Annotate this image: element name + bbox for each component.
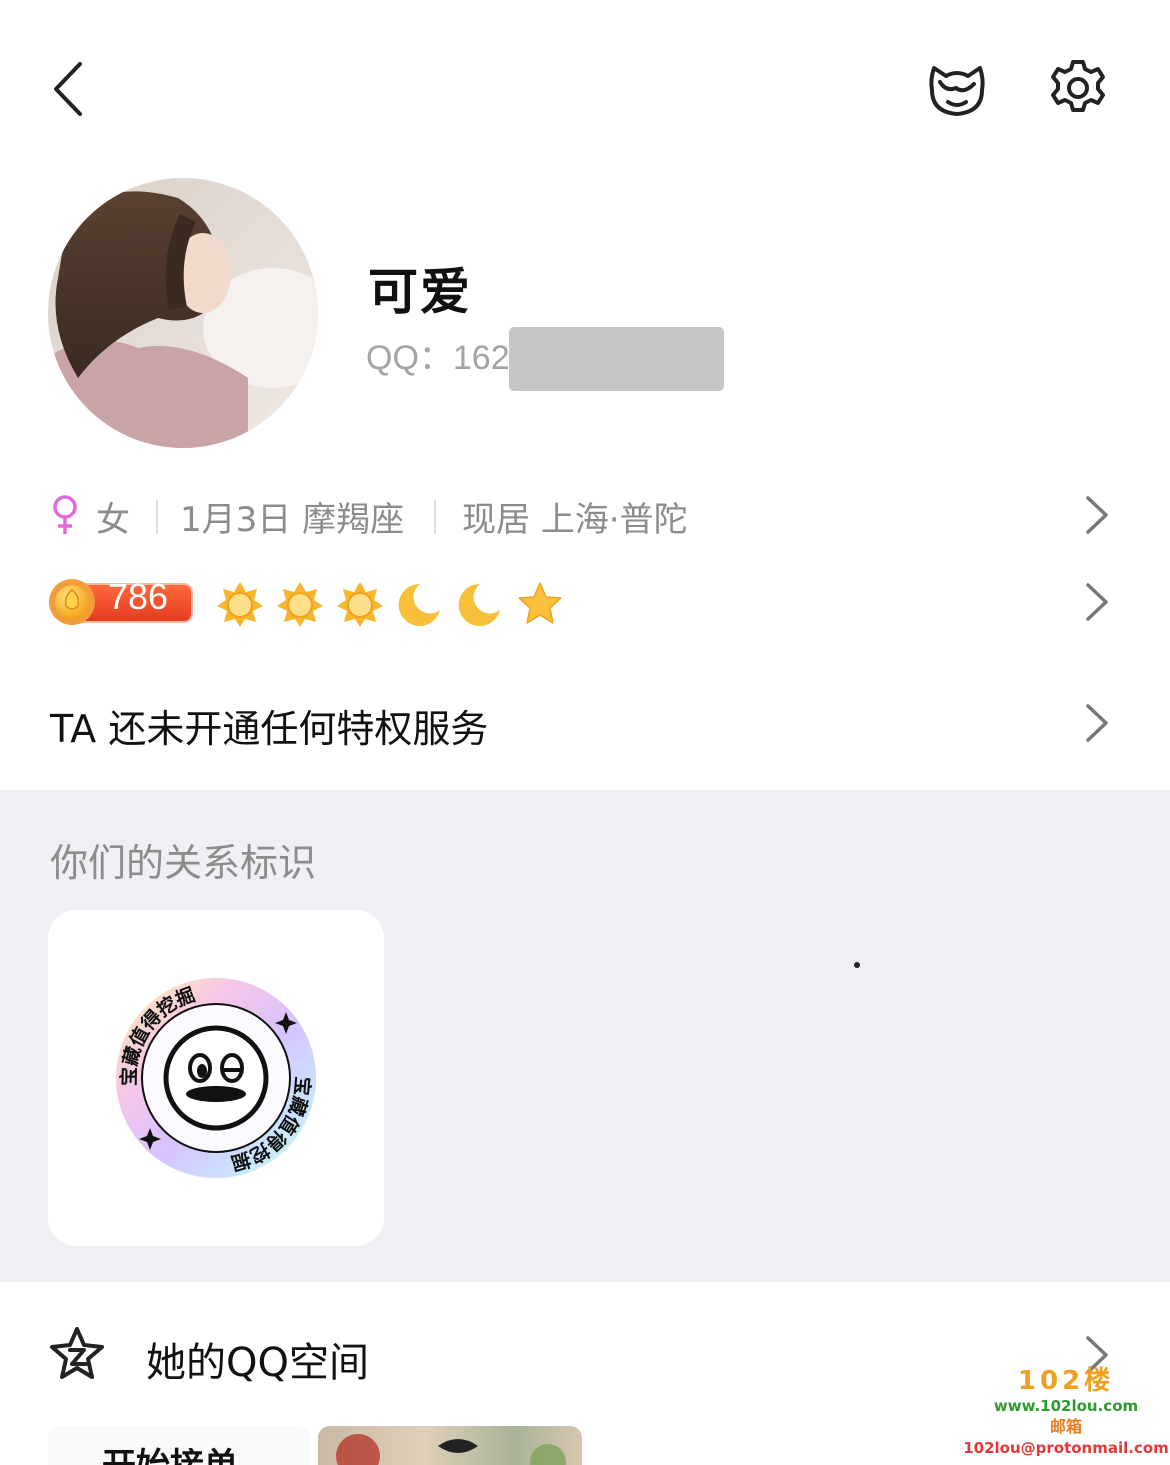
- watermark-label: 邮箱: [1049, 1417, 1082, 1436]
- relationship-title: 你们的关系标识: [50, 841, 317, 885]
- moon-icon: [458, 583, 500, 626]
- pet-button[interactable]: [926, 58, 988, 120]
- level-row[interactable]: 786: [0, 572, 1170, 632]
- female-icon: [53, 495, 77, 534]
- relationship-section: 你们的关系标识 宝藏值得挖掘 宝藏值得挖掘: [0, 790, 1170, 1282]
- chevron-left-icon: [54, 62, 82, 116]
- nickname: 可爱: [368, 263, 472, 321]
- watermark-url: www.102lou.com: [993, 1397, 1139, 1415]
- privilege-row[interactable]: TA 还未开通任何特权服务: [0, 692, 1170, 754]
- divider: [434, 500, 436, 534]
- birthday-text: 1月3日 摩羯座: [180, 500, 405, 540]
- avatar[interactable]: [48, 178, 318, 448]
- qq-number: QQ：162: [366, 339, 510, 377]
- thumbnail-text: 开始接单: [102, 1438, 238, 1465]
- moon-icon: [398, 583, 440, 626]
- chevron-right-icon: [1086, 496, 1108, 534]
- qzone-star-icon: [50, 1327, 104, 1379]
- location-text: 现居 上海·普陀: [462, 500, 688, 540]
- sun-icon: [337, 582, 383, 627]
- watermark: 102楼 www.102lou.com 邮箱 102lou@protonmail…: [962, 1366, 1170, 1465]
- relationship-badge: 宝藏值得挖掘 宝藏值得挖掘: [116, 978, 316, 1178]
- cat-face-icon: [929, 66, 985, 116]
- chevron-right-icon: [1086, 704, 1108, 742]
- profile-info-row[interactable]: 女 1月3日 摩羯座 现居 上海·普陀: [0, 488, 1170, 544]
- chevron-right-icon: [1086, 583, 1108, 621]
- back-button[interactable]: [44, 58, 100, 120]
- level-value: 786: [108, 576, 169, 617]
- qzone-label: 她的QQ空间: [146, 1340, 369, 1386]
- relationship-badge-card[interactable]: 宝藏值得挖掘 宝藏值得挖掘: [48, 910, 384, 1246]
- dot: [854, 962, 860, 968]
- top-bar: [0, 0, 1170, 170]
- qzone-thumbnail[interactable]: 开始接单: [48, 1426, 310, 1465]
- sun-icon: [277, 582, 323, 627]
- star-icon: [518, 582, 562, 624]
- qq-number-redaction: [509, 327, 724, 391]
- watermark-email: 102lou@protonmail.com: [963, 1439, 1169, 1457]
- privilege-text: TA 还未开通任何特权服务: [50, 707, 489, 751]
- avatar-photo: [48, 178, 318, 448]
- sun-icon: [217, 582, 263, 627]
- divider: [156, 500, 158, 534]
- watermark-logo: 102楼: [1017, 1366, 1115, 1396]
- gender-text: 女: [96, 500, 130, 540]
- qzone-thumbnail[interactable]: [318, 1426, 582, 1465]
- thumbnail-photo: [336, 1434, 566, 1465]
- settings-button[interactable]: [1046, 56, 1110, 120]
- gear-icon: [1051, 60, 1105, 112]
